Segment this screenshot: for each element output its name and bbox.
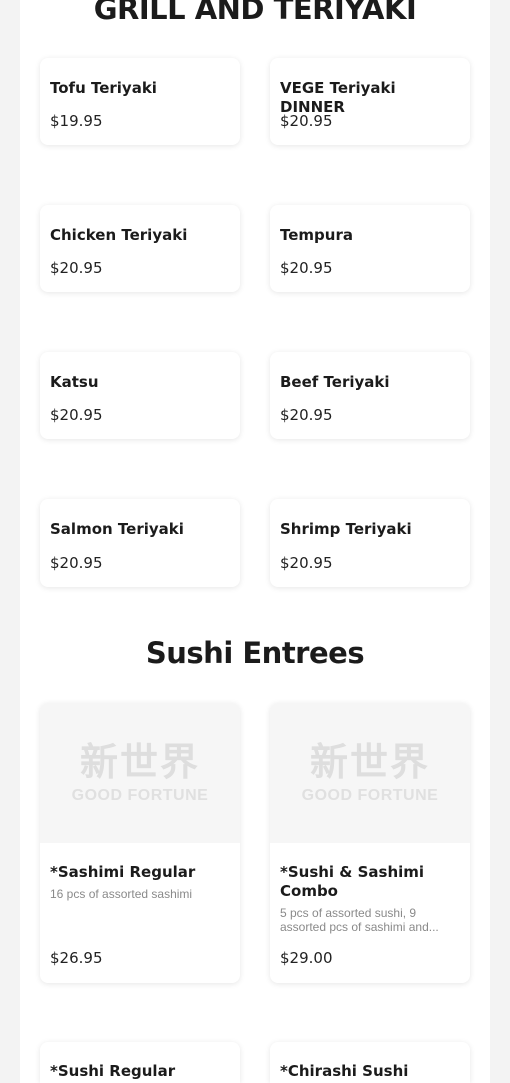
menu-item-card[interactable]: Tofu Teriyaki $19.95: [40, 58, 240, 145]
menu-item-name: *Chirashi Sushi: [280, 1062, 409, 1080]
menu-item-name: Salmon Teriyaki: [50, 520, 184, 538]
menu-item-name: Tempura: [280, 226, 353, 244]
menu-item-name: *Sushi Regular: [50, 1062, 176, 1080]
menu-item-card[interactable]: Shrimp Teriyaki $20.95: [270, 499, 470, 587]
menu-item-price: $20.95: [50, 259, 103, 277]
menu-item-price: $29.00: [280, 949, 333, 967]
menu-item-card[interactable]: 新世界 GOOD FORTUNE *Sashimi Regular 16 pcs…: [40, 703, 240, 983]
menu-item-price: $20.95: [280, 112, 333, 130]
section-title-sushi: Sushi Entrees: [145, 636, 365, 670]
menu-item-description: 16 pcs of assorted sashimi: [50, 887, 193, 901]
item-image-placeholder: 新世界 GOOD FORTUNE: [40, 703, 240, 843]
menu-item-card[interactable]: *Chirashi Sushi: [270, 1042, 470, 1083]
section-title-grill: GRILL AND TERIYAKI: [93, 0, 417, 26]
menu-item-name: *Sushi & Sashimi Combo: [280, 863, 425, 900]
menu-item-name: *Sashimi Regular: [50, 863, 196, 881]
item-image-placeholder: 新世界 GOOD FORTUNE: [270, 703, 470, 843]
menu-item-price: $20.95: [280, 259, 333, 277]
menu-item-name: Beef Teriyaki: [280, 373, 390, 391]
restaurant-logo-cn: 新世界: [309, 740, 430, 784]
menu-item-price: $20.95: [280, 406, 333, 424]
restaurant-logo-cn: 新世界: [79, 740, 200, 784]
menu-item-name: Katsu: [50, 373, 99, 391]
menu-item-card[interactable]: Tempura $20.95: [270, 205, 470, 292]
menu-item-name: Shrimp Teriyaki: [280, 520, 412, 538]
restaurant-logo-en: GOOD FORTUNE: [301, 787, 439, 804]
menu-item-card[interactable]: Beef Teriyaki $20.95: [270, 352, 470, 439]
restaurant-logo-en: GOOD FORTUNE: [71, 787, 209, 804]
menu-item-name: Chicken Teriyaki: [50, 226, 188, 244]
menu-item-card[interactable]: VEGE Teriyaki DINNER $20.95: [270, 58, 470, 145]
menu-item-card[interactable]: Chicken Teriyaki $20.95: [40, 205, 240, 292]
menu-item-card[interactable]: 新世界 GOOD FORTUNE *Sushi & Sashimi Combo …: [270, 703, 470, 983]
menu-item-card[interactable]: *Sushi Regular: [40, 1042, 240, 1083]
menu-page: GRILL AND TERIYAKI Tofu Teriyaki $19.95 …: [20, 0, 490, 1083]
menu-item-price: $26.95: [50, 949, 103, 967]
menu-item-card[interactable]: Katsu $20.95: [40, 352, 240, 439]
menu-item-price: $20.95: [50, 406, 103, 424]
menu-item-price: $20.95: [280, 554, 333, 572]
menu-item-price: $19.95: [50, 112, 103, 130]
menu-item-price: $20.95: [50, 554, 103, 572]
menu-item-description: 5 pcs of assorted sushi, 9 assorted pcs …: [280, 906, 439, 934]
menu-item-card[interactable]: Salmon Teriyaki $20.95: [40, 499, 240, 587]
menu-item-name: Tofu Teriyaki: [50, 79, 157, 97]
